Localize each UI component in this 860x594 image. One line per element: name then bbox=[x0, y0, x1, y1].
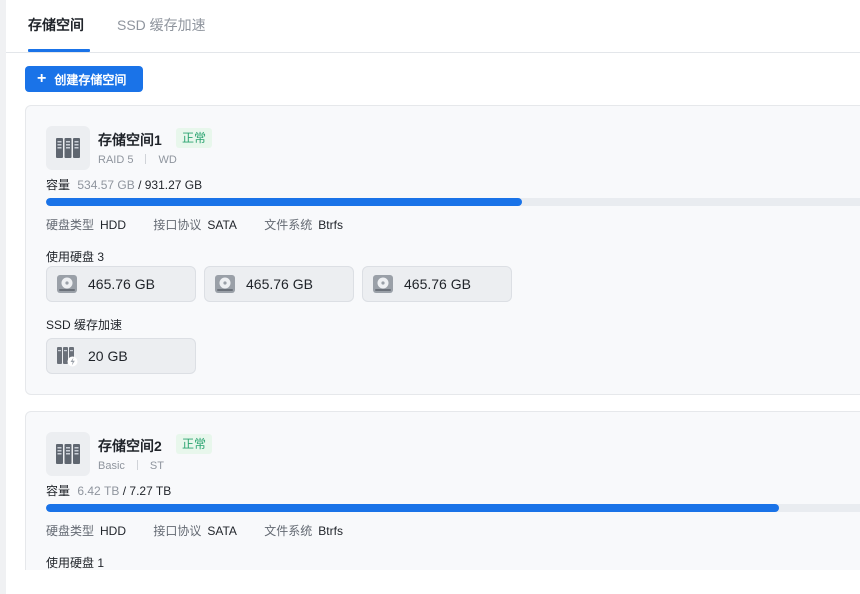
pool-properties: 硬盘类型 HDD 接口协议 SATA 文件系统 Btrfs bbox=[46, 216, 367, 233]
pool-subtitle: RAID 5 WD bbox=[98, 154, 177, 166]
capacity-used: 534.57 GB bbox=[77, 178, 135, 192]
disk-type-label: 硬盘类型 bbox=[46, 524, 95, 538]
pool-card-1[interactable]: 存储空间1 正常 RAID 5 WD 容量 534.57 GB / 931.27 … bbox=[25, 105, 860, 395]
create-storage-label: 创建存储空间 bbox=[54, 72, 127, 87]
capacity-bar-fill bbox=[46, 504, 779, 512]
capacity-line: 容量 534.57 GB / 931.27 GB bbox=[46, 176, 202, 193]
pool-subtitle: Basic ST bbox=[98, 460, 164, 472]
disk-size: 465.76 GB bbox=[404, 276, 471, 292]
disk-chip[interactable]: 465.76 GB bbox=[204, 266, 354, 302]
status-badge: 正常 bbox=[176, 128, 213, 148]
capacity-line: 容量 6.42 TB / 7.27 TB bbox=[46, 482, 171, 499]
filesystem-value: Btrfs bbox=[318, 218, 343, 232]
hdd-icon bbox=[57, 275, 77, 293]
capacity-used: 6.42 TB bbox=[77, 484, 120, 498]
divider bbox=[145, 154, 147, 164]
interface-label: 接口协议 bbox=[153, 218, 202, 232]
hdd-icon bbox=[215, 275, 235, 293]
raid-level: RAID 5 bbox=[98, 154, 134, 166]
disk-size: 465.76 GB bbox=[88, 276, 155, 292]
viewport-clip bbox=[6, 570, 860, 594]
disk-type-value: HDD bbox=[100, 524, 127, 538]
capacity-label: 容量 bbox=[46, 484, 71, 498]
tab-ssd-cache[interactable]: SSD 缓存加速 bbox=[117, 15, 206, 35]
pool-properties: 硬盘类型 HDD 接口协议 SATA 文件系统 Btrfs bbox=[46, 522, 367, 539]
raid-level: Basic bbox=[98, 460, 125, 472]
capacity-label: 容量 bbox=[46, 178, 71, 192]
disk-brand: WD bbox=[158, 154, 177, 166]
divider bbox=[136, 460, 138, 470]
pool-name: 存储空间1 bbox=[98, 132, 162, 148]
storage-pool-icon bbox=[46, 432, 90, 476]
pool-name: 存储空间2 bbox=[98, 438, 162, 454]
interface-value: SATA bbox=[207, 524, 237, 538]
active-tab-indicator bbox=[28, 49, 90, 52]
ssd-cache-chip[interactable]: 20 GB bbox=[46, 338, 196, 374]
interface-value: SATA bbox=[207, 218, 237, 232]
capacity-bar bbox=[46, 504, 860, 512]
disk-size: 465.76 GB bbox=[246, 276, 313, 292]
disk-chip[interactable]: 465.76 GB bbox=[362, 266, 512, 302]
disks-used-label: 使用硬盘 1 bbox=[46, 556, 105, 570]
ssd-cache-label: SSD 缓存加速 bbox=[46, 318, 123, 332]
filesystem-value: Btrfs bbox=[318, 524, 343, 538]
ssd-size: 20 GB bbox=[88, 348, 128, 364]
interface-label: 接口协议 bbox=[153, 524, 202, 538]
capacity-bar-fill bbox=[46, 198, 523, 206]
pool-card-2[interactable]: 存储空间2 正常 Basic ST 容量 6.42 TB / 7.27 TB 硬盘… bbox=[25, 411, 860, 594]
create-storage-button[interactable]: + 创建存储空间 bbox=[25, 66, 143, 92]
disk-type-label: 硬盘类型 bbox=[46, 218, 95, 232]
tab-storage-space[interactable]: 存储空间 bbox=[28, 15, 84, 35]
plus-icon: + bbox=[37, 70, 47, 87]
tab-bar: 存储空间 SSD 缓存加速 bbox=[6, 0, 860, 53]
disk-chip[interactable]: 465.76 GB bbox=[46, 266, 196, 302]
status-badge: 正常 bbox=[176, 434, 213, 454]
capacity-bar bbox=[46, 198, 860, 206]
disk-type-value: HDD bbox=[100, 218, 127, 232]
ssd-cache-icon bbox=[57, 347, 78, 367]
filesystem-label: 文件系统 bbox=[264, 218, 313, 232]
filesystem-label: 文件系统 bbox=[264, 524, 313, 538]
hdd-icon bbox=[373, 275, 393, 293]
capacity-total: / 931.27 GB bbox=[138, 178, 203, 192]
storage-page: 存储空间 SSD 缓存加速 + 创建存储空间 存储空间1 正常 RAID 5 W… bbox=[6, 0, 860, 594]
storage-pool-icon bbox=[46, 126, 90, 170]
disks-used-label: 使用硬盘 3 bbox=[46, 250, 105, 264]
disk-brand: ST bbox=[149, 460, 164, 472]
capacity-total: / 7.27 TB bbox=[122, 484, 172, 498]
